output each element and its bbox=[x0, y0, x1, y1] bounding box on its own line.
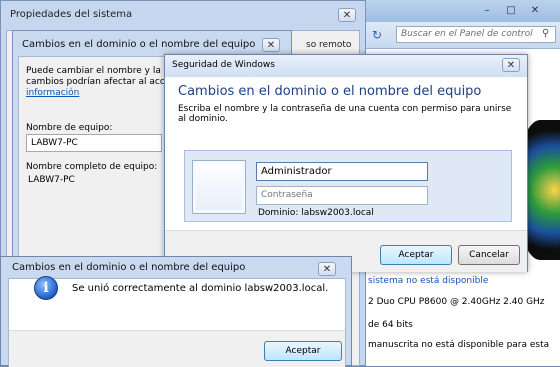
system-status-text: sistema no está disponible bbox=[368, 276, 489, 286]
intro-text-line2: cambios podrían afectar al acces bbox=[26, 77, 176, 87]
computer-name-field[interactable]: LABW7-PC bbox=[26, 134, 162, 152]
security-heading: Cambios en el dominio o el nombre del eq… bbox=[178, 84, 482, 99]
success-message: Se unió correctamente al dominio labsw20… bbox=[72, 283, 329, 294]
computer-name-dialog-title: Cambios en el dominio o el nombre del eq… bbox=[22, 39, 256, 50]
full-name-value: LABW7-PC bbox=[28, 175, 75, 185]
domain-text: Dominio: labsw2003.local bbox=[258, 208, 374, 218]
info-icon: i bbox=[34, 276, 58, 300]
more-info-link[interactable]: información bbox=[26, 88, 79, 98]
user-tile-icon bbox=[192, 160, 246, 214]
success-ok-button[interactable]: Aceptar bbox=[264, 341, 342, 361]
close-icon[interactable]: ✕ bbox=[318, 262, 336, 276]
close-icon[interactable]: ✕ bbox=[502, 58, 520, 72]
system-type-text: de 64 bits bbox=[368, 320, 413, 330]
intro-text-line1: Puede cambiar el nombre y la pe bbox=[26, 66, 175, 76]
success-dialog-title: Cambios en el dominio o el nombre del eq… bbox=[12, 262, 246, 273]
minimize-button[interactable]: – bbox=[476, 4, 498, 18]
maximize-button[interactable]: □ bbox=[500, 4, 522, 18]
close-icon[interactable]: ✕ bbox=[338, 8, 356, 22]
search-input[interactable]: Buscar en el Panel de control bbox=[396, 26, 556, 43]
processor-text: 2 Duo CPU P8600 @ 2.40GHz 2.40 GHz bbox=[368, 297, 545, 307]
pen-input-text: manuscrita no está disponible para esta bbox=[368, 340, 550, 350]
security-ok-button[interactable]: Aceptar bbox=[380, 245, 452, 265]
refresh-icon[interactable]: ↻ bbox=[372, 28, 382, 42]
security-description: Escriba el nombre y la contraseña de una… bbox=[178, 104, 512, 124]
computer-name-label: Nombre de equipo: bbox=[26, 123, 113, 133]
search-icon[interactable]: ⚲ bbox=[542, 28, 549, 39]
windows-security-title: Seguridad de Windows bbox=[172, 60, 275, 70]
system-properties-title: Propiedades del sistema bbox=[10, 9, 133, 20]
password-input[interactable]: Contraseña bbox=[256, 186, 428, 205]
security-cancel-button[interactable]: Cancelar bbox=[458, 245, 520, 265]
close-window-button[interactable]: ✕ bbox=[524, 4, 546, 18]
tab-remote[interactable]: so remoto bbox=[306, 40, 351, 50]
close-icon[interactable]: ✕ bbox=[262, 38, 280, 52]
full-name-label: Nombre completo de equipo: bbox=[26, 162, 158, 172]
username-input[interactable]: Administrador bbox=[256, 162, 428, 181]
